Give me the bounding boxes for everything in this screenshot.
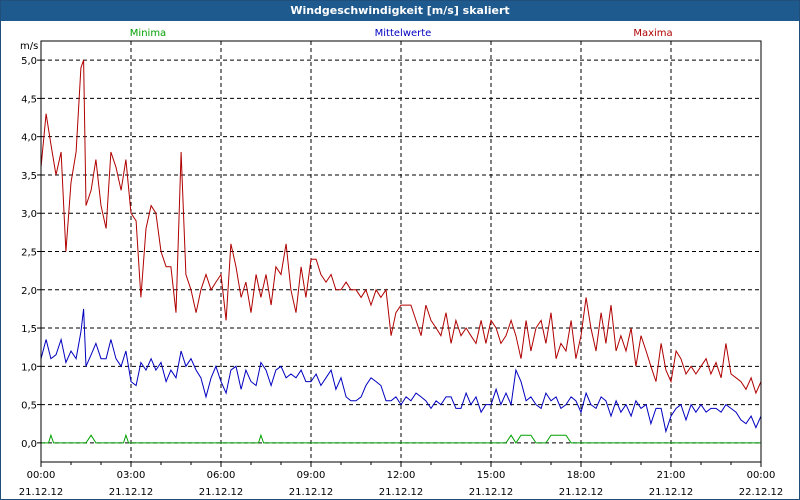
y-tick-label: 1,5 — [21, 324, 37, 335]
y-tick-label: 0,5 — [21, 401, 37, 412]
x-tick-date-label: 21.12.12 — [199, 487, 244, 498]
x-tick-date-label: 21.12.12 — [379, 487, 424, 498]
x-axis-ticks: 00:00 21.12.12 03:00 21.12.12 06:00 21.12.12 0… — [19, 462, 784, 498]
x-tick-time-label: 00:00 — [747, 470, 776, 481]
x-tick-time-label: 18:00 — [567, 470, 596, 481]
y-tick-label: 0,0 — [21, 439, 37, 450]
y-tick-label: 3,5 — [21, 171, 37, 182]
y-tick-label: 5,0 — [21, 56, 37, 67]
x-tick-date-label: 22.12.12 — [739, 487, 784, 498]
chart-window: Windgeschwindigkeit [m/s] skaliert m/s M… — [0, 0, 800, 500]
legend-minima: Minima — [130, 28, 166, 39]
y-axis-ticks: 0,0 0,5 1,0 1,5 2,0 2,5 3,0 3,5 4,0 4,5 5,0 — [21, 56, 41, 450]
y-tick-label: 2,5 — [21, 248, 37, 259]
grid — [41, 41, 761, 462]
wind-speed-chart: m/s Minima Mittelwerte Maxima 0,0 0,5 1,0 1,5… — [19, 28, 784, 498]
x-tick-time-label: 09:00 — [297, 470, 326, 481]
x-tick-time-label: 03:00 — [117, 470, 146, 481]
x-tick-date-label: 21.12.12 — [469, 487, 514, 498]
x-tick-date-label: 21.12.12 — [19, 487, 64, 498]
y-tick-label: 3,0 — [21, 209, 37, 220]
legend-mittelwerte: Mittelwerte — [375, 28, 432, 39]
y-tick-label: 4,0 — [21, 133, 37, 144]
x-tick-date-label: 21.12.12 — [289, 487, 334, 498]
legend-maxima: Maxima — [633, 28, 672, 39]
x-tick-time-label: 00:00 — [27, 470, 56, 481]
legend: Minima Mittelwerte Maxima — [130, 28, 673, 39]
x-tick-time-label: 12:00 — [387, 470, 416, 481]
x-tick-date-label: 21.12.12 — [649, 487, 694, 498]
y-tick-label: 1,0 — [21, 362, 37, 373]
x-tick-date-label: 21.12.12 — [559, 487, 604, 498]
x-tick-date-label: 21.12.12 — [109, 487, 154, 498]
x-tick-time-label: 15:00 — [477, 470, 506, 481]
x-tick-time-label: 21:00 — [657, 470, 686, 481]
chart-title: Windgeschwindigkeit [m/s] skaliert — [1, 1, 799, 21]
y-tick-label: 2,0 — [21, 286, 37, 297]
y-axis-unit-label: m/s — [20, 41, 38, 52]
y-tick-label: 4,5 — [21, 94, 37, 105]
x-tick-time-label: 06:00 — [207, 470, 236, 481]
